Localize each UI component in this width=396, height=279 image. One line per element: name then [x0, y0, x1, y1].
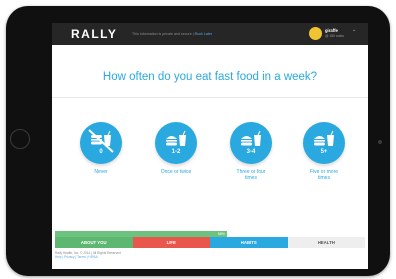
- rally-logo[interactable]: RALLY: [71, 27, 117, 41]
- option-never[interactable]: 0 Never: [67, 122, 135, 175]
- app-screen: RALLY This information is private and se…: [52, 23, 368, 269]
- notice-text: This information is private and secure |: [132, 32, 195, 36]
- option-label: Three or four times: [217, 169, 285, 181]
- fast-food-icon: [166, 130, 186, 146]
- option-number: 5+: [320, 149, 328, 155]
- privacy-notice: This information is private and secure |…: [132, 32, 212, 36]
- option-number: 1-2: [171, 149, 181, 155]
- option-once-or-twice[interactable]: 1-2 Once or twice: [142, 122, 210, 175]
- camera-icon: [378, 140, 382, 144]
- option-circle[interactable]: 0: [80, 122, 122, 164]
- top-bar: RALLY This information is private and se…: [52, 23, 368, 45]
- avatar[interactable]: [309, 27, 322, 40]
- option-label: Once or twice: [142, 169, 210, 175]
- user-coins: @ 150 coins: [325, 34, 344, 38]
- footer: Rally Health, Inc. © 2014 | All Rights R…: [55, 251, 121, 260]
- tab-life[interactable]: LIFE: [132, 237, 210, 248]
- label-line1: Never: [94, 169, 108, 175]
- home-button[interactable]: [10, 129, 30, 149]
- option-circle[interactable]: 1-2: [155, 122, 197, 164]
- fast-food-icon: [241, 130, 261, 146]
- tab-health[interactable]: HEALTH: [287, 237, 365, 248]
- section-tabs: ABOUT YOU LIFE HABITS HEALTH: [55, 237, 365, 248]
- fast-food-icon: [314, 130, 334, 146]
- tab-about-you[interactable]: ABOUT YOU: [55, 237, 133, 248]
- option-five-or-more[interactable]: 5+ Five or more times: [290, 122, 358, 181]
- tablet-frame: RALLY This information is private and se…: [6, 6, 390, 276]
- tab-habits[interactable]: HABITS: [210, 237, 288, 248]
- crossed-food-icon: [88, 129, 114, 153]
- footer-links[interactable]: Help | Privacy | Terms | HIPAA: [55, 255, 121, 259]
- user-name: giraffe: [325, 28, 338, 33]
- option-number: 0: [99, 149, 103, 155]
- option-three-or-four[interactable]: 3-4 Three or four times: [217, 122, 285, 181]
- option-label: Never: [67, 169, 135, 175]
- option-number: 3-4: [246, 149, 256, 155]
- question-title: How often do you eat fast food in a week…: [102, 71, 318, 83]
- label-line2: times: [318, 175, 330, 181]
- logo-text: RALLY: [71, 27, 118, 41]
- chevron-down-icon[interactable]: ⌄: [352, 27, 356, 33]
- option-label: Five or more times: [290, 169, 358, 181]
- label-line2: times: [245, 175, 257, 181]
- label-line1: Once or twice: [160, 169, 192, 175]
- option-circle[interactable]: 3-4: [230, 122, 272, 164]
- option-circle[interactable]: 5+: [303, 122, 345, 164]
- notice-link[interactable]: Rock Later: [195, 32, 212, 36]
- divider: [52, 97, 368, 98]
